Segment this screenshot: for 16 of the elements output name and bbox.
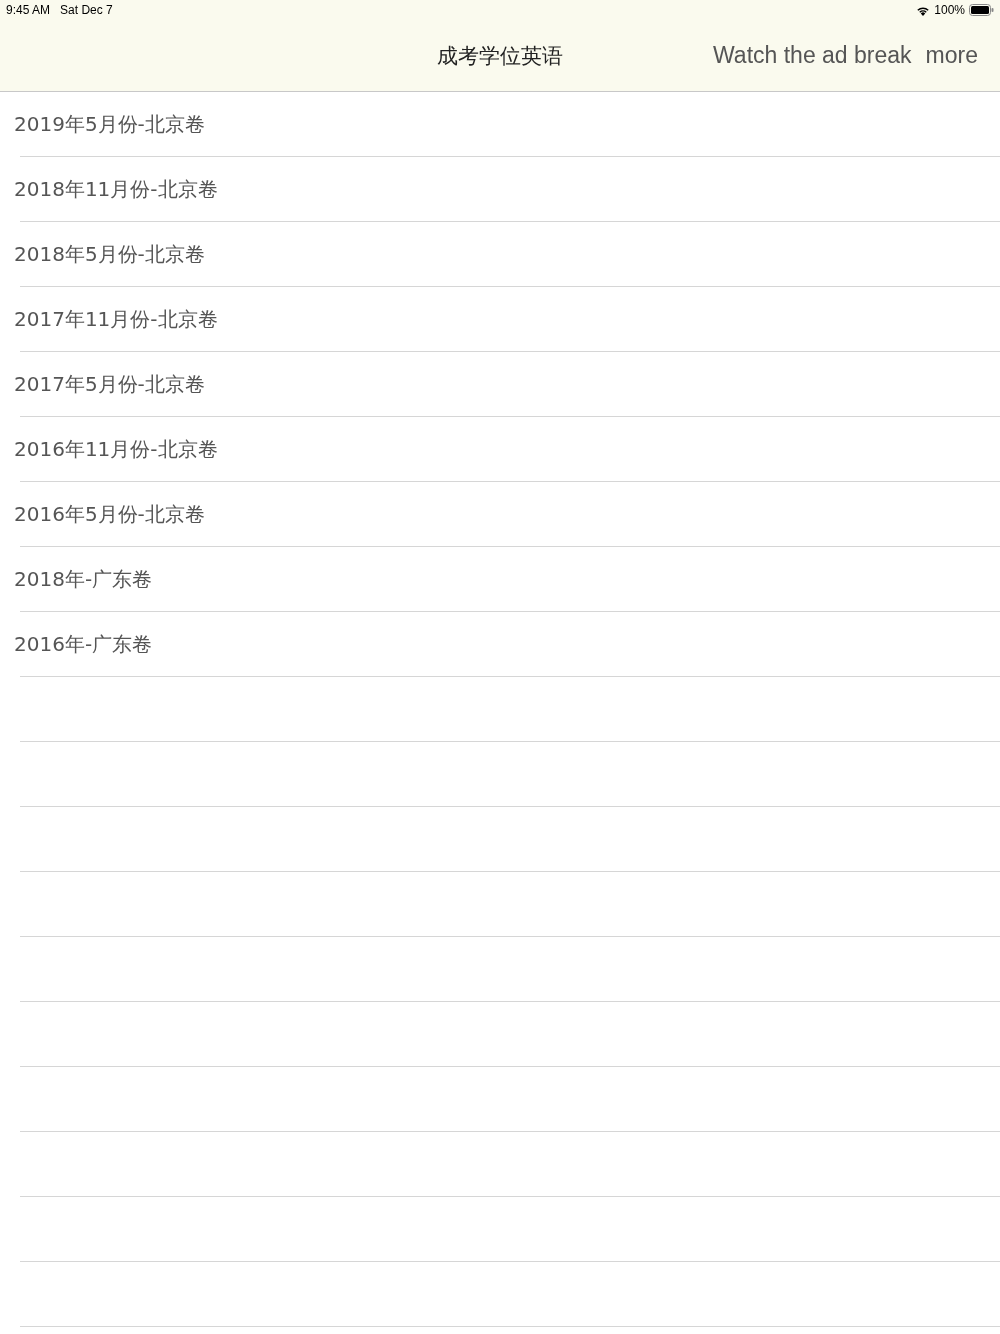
list-item[interactable]: 2017年5月份-北京卷 xyxy=(0,352,1000,416)
nav-button[interactable]: Watch the ad break xyxy=(713,42,912,69)
list-item[interactable]: 2017年11月份-北京卷 xyxy=(0,287,1000,351)
list-item[interactable]: 2019年5月份-北京卷 xyxy=(0,92,1000,156)
status-time: 9:45 AM xyxy=(6,3,51,17)
list-item[interactable]: 2018年5月份-北京卷 xyxy=(0,222,1000,286)
battery-icon xyxy=(969,4,994,16)
status-date: Sat Dec 7 xyxy=(60,3,113,17)
list-item[interactable]: 2018年-广东卷 xyxy=(0,547,1000,611)
nav-title: 成考学位英语 xyxy=(437,42,563,70)
list-item[interactable]: 2018年11月份-北京卷 xyxy=(0,157,1000,221)
battery-percentage: 100% xyxy=(934,3,965,17)
list-item[interactable]: 2016年11月份-北京卷 xyxy=(0,417,1000,481)
list-item[interactable]: 2016年5月份-北京卷 xyxy=(0,482,1000,546)
list-item[interactable]: 2016年-广东卷 xyxy=(0,612,1000,676)
nav-button[interactable]: more xyxy=(925,42,978,69)
